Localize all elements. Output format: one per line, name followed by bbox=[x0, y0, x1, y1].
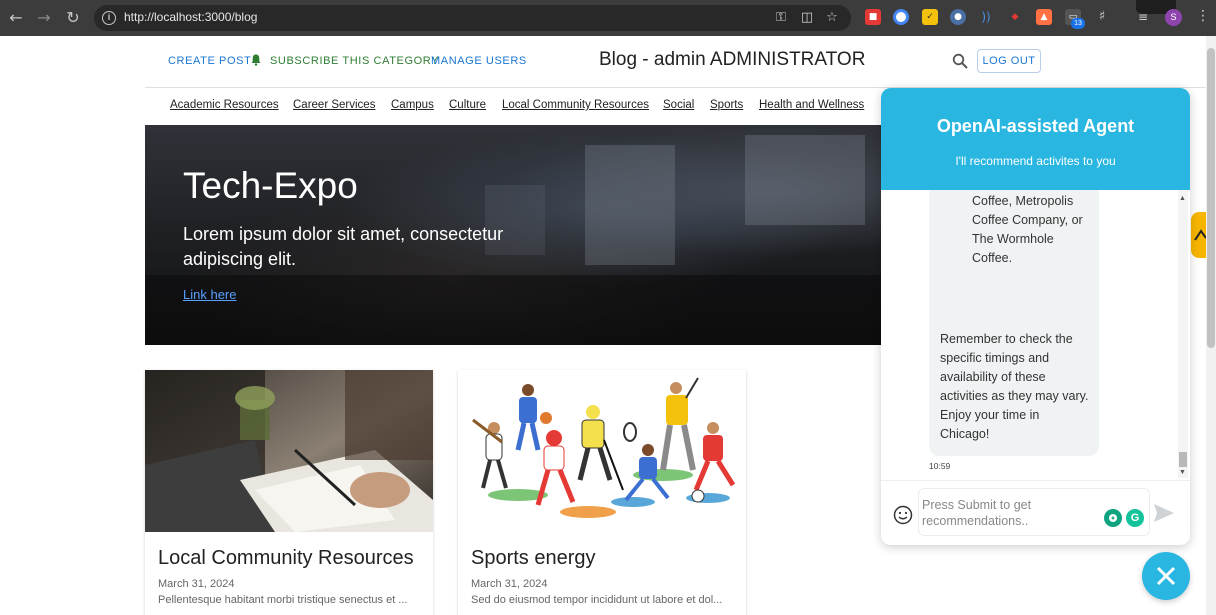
chat-title: OpenAI-assisted Agent bbox=[936, 116, 1135, 136]
chat-subtitle: I'll recommend activites to you bbox=[955, 154, 1116, 168]
extension-badge: 13 bbox=[1071, 18, 1085, 29]
chat-message-input[interactable]: Press Submit to get recommendations.. G bbox=[918, 488, 1150, 536]
grammarly-icon[interactable]: G bbox=[1126, 509, 1144, 527]
category-social[interactable]: Social bbox=[663, 99, 694, 111]
post-card-local-community[interactable]: Local Community Resources March 31, 2024… bbox=[145, 370, 433, 615]
site-info-icon[interactable]: i bbox=[102, 11, 116, 25]
category-academic-resources[interactable]: Academic Resources bbox=[170, 99, 279, 111]
post-image-athletes bbox=[458, 370, 746, 532]
scroll-up-arrow-icon[interactable]: ▲ bbox=[1179, 195, 1186, 202]
post-title[interactable]: Local Community Resources bbox=[158, 547, 414, 570]
install-app-icon[interactable]: ◫ bbox=[798, 9, 816, 27]
page-scroll-thumb[interactable] bbox=[1207, 48, 1215, 348]
post-date: March 31, 2024 bbox=[471, 578, 548, 590]
address-bar[interactable]: i http://localhost:3000/blog ⚿ ◫ ☆ bbox=[94, 5, 851, 31]
profile-avatar[interactable]: S bbox=[1165, 9, 1182, 26]
page-scrollbar[interactable] bbox=[1206, 36, 1216, 615]
manage-users-link[interactable]: MANAGE USERS bbox=[431, 55, 527, 67]
forward-icon[interactable]: → bbox=[34, 8, 54, 28]
page-title: Blog - admin ADMINISTRATOR bbox=[599, 49, 866, 70]
chat-close-button[interactable] bbox=[1142, 552, 1190, 600]
post-image-desk bbox=[145, 370, 433, 532]
subscribe-category-link[interactable]: SUBSCRIBE THIS CATEGORY bbox=[270, 55, 439, 67]
back-icon[interactable]: ← bbox=[6, 8, 26, 28]
create-post-link[interactable]: CREATE POST bbox=[168, 55, 251, 67]
writing-assistant-icon[interactable] bbox=[1104, 509, 1122, 527]
hero-text: Lorem ipsum dolor sit amet, consectetur … bbox=[183, 224, 504, 269]
category-sports[interactable]: Sports bbox=[710, 99, 743, 111]
chat-message-time: 10:59 bbox=[929, 461, 951, 471]
category-career-services[interactable]: Career Services bbox=[293, 99, 375, 111]
browser-toolbar: ← → ↻ i http://localhost:3000/blog ⚿ ◫ ☆… bbox=[0, 0, 1216, 36]
extension-shield-icon[interactable]: ● bbox=[950, 9, 966, 25]
extensions-puzzle-icon[interactable]: ♯ bbox=[1094, 9, 1110, 25]
logout-button[interactable]: LOG OUT bbox=[977, 49, 1041, 73]
search-icon[interactable] bbox=[952, 53, 968, 69]
hero-link[interactable]: Link here bbox=[183, 287, 236, 302]
bell-icon bbox=[251, 54, 261, 66]
close-icon bbox=[1156, 566, 1176, 586]
chat-input-area: Press Submit to get recommendations.. G bbox=[881, 480, 1190, 545]
reload-icon[interactable]: ↻ bbox=[63, 8, 83, 28]
post-excerpt: Pellentesque habitant morbi tristique se… bbox=[158, 594, 408, 606]
bookmark-star-icon[interactable]: ☆ bbox=[823, 9, 841, 27]
extension-circle-icon[interactable] bbox=[893, 9, 909, 25]
post-date: March 31, 2024 bbox=[158, 578, 235, 590]
post-excerpt: Sed do eiusmod tempor incididunt ut labo… bbox=[471, 594, 723, 606]
chat-message-text: Coffee, Metropolis Coffee Company, or Th… bbox=[972, 194, 1083, 265]
post-card-sports-energy[interactable]: Sports energy March 31, 2024 Sed do eius… bbox=[458, 370, 746, 615]
chat-scroll-thumb[interactable] bbox=[1179, 452, 1187, 467]
chat-widget: OpenAI-assisted Agent I'll recommend act… bbox=[881, 88, 1190, 545]
extension-audio-icon[interactable]: )) bbox=[978, 9, 994, 25]
extension-orange-icon[interactable]: ▲ bbox=[1036, 9, 1052, 25]
category-culture[interactable]: Culture bbox=[449, 99, 486, 111]
hero-title: Tech-Expo bbox=[183, 165, 358, 206]
chat-input-placeholder[interactable]: Press Submit to get recommendations.. bbox=[922, 497, 1092, 529]
category-health-and-wellness[interactable]: Health and Wellness bbox=[759, 99, 864, 111]
category-campus[interactable]: Campus bbox=[391, 99, 434, 111]
side-extension-tab[interactable] bbox=[1191, 212, 1207, 258]
extension-red-icon[interactable]: ■ bbox=[865, 9, 881, 25]
extension-yellow-icon[interactable]: ✓ bbox=[922, 9, 938, 25]
side-tab-arrow-icon bbox=[1194, 229, 1207, 241]
post-title[interactable]: Sports energy bbox=[471, 547, 596, 570]
browser-menu-icon[interactable]: ⋮ bbox=[1196, 8, 1210, 24]
send-icon[interactable] bbox=[1153, 503, 1175, 523]
chat-header: OpenAI-assisted Agent I'll recommend act… bbox=[881, 88, 1190, 190]
url-text[interactable]: http://localhost:3000/blog bbox=[124, 10, 257, 24]
featured-post-banner[interactable]: Tech-Expo Lorem ipsum dolor sit amet, co… bbox=[145, 125, 881, 345]
chat-message-text: Remember to check the specific timings a… bbox=[940, 332, 1089, 441]
chat-scrollbar[interactable]: ▲ ▼ bbox=[1178, 190, 1188, 478]
password-key-icon[interactable]: ⚿ bbox=[772, 9, 790, 27]
category-local-community-resources[interactable]: Local Community Resources bbox=[502, 99, 649, 111]
extension-pin-icon[interactable]: ◆ bbox=[1007, 9, 1023, 25]
emoji-icon[interactable] bbox=[893, 505, 913, 525]
scroll-down-arrow-icon[interactable]: ▼ bbox=[1179, 469, 1186, 476]
